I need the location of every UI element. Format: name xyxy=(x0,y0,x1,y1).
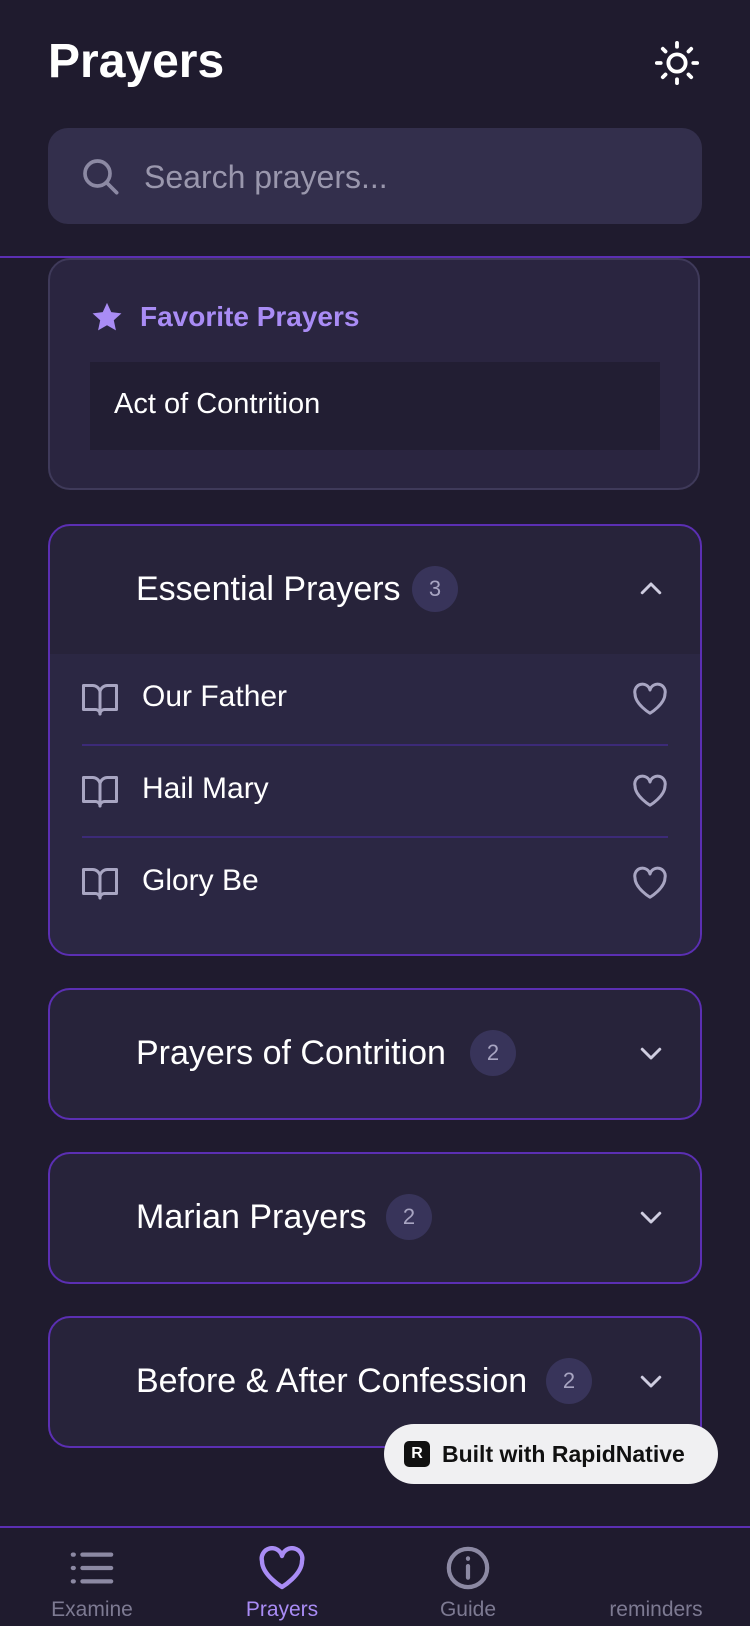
favorite-prayers-card: Favorite Prayers Act of Contrition xyxy=(48,258,700,490)
book-icon xyxy=(82,776,118,808)
prayer-row[interactable]: Glory Be xyxy=(82,838,668,928)
favorite-prayers-title: Favorite Prayers xyxy=(140,301,360,332)
prayer-name: Hail Mary xyxy=(142,772,269,805)
bell-icon xyxy=(566,1544,746,1592)
star-icon xyxy=(92,302,122,331)
chevron-down-icon xyxy=(640,1211,662,1224)
tab-label: reminders xyxy=(609,1598,703,1621)
tab-prayers[interactable]: Prayers xyxy=(192,1544,372,1622)
theme-toggle-button[interactable] xyxy=(652,38,702,88)
chevron-up-icon xyxy=(640,582,662,595)
built-with-label: Built with RapidNative xyxy=(442,1440,685,1467)
heart-icon[interactable] xyxy=(632,866,668,900)
search-bar xyxy=(48,128,702,226)
category-prayers-of-contrition: Prayers of Contrition 2 xyxy=(48,988,702,1120)
category-header[interactable]: Essential Prayers 3 xyxy=(50,526,700,654)
built-with-rapidnative-badge[interactable]: R Built with RapidNative xyxy=(384,1424,718,1484)
count-badge: 2 xyxy=(386,1194,432,1240)
rapidnative-logo-icon: R xyxy=(404,1441,430,1467)
category-essential-prayers: Essential Prayers 3 Our Father Hail Mary xyxy=(48,524,702,956)
favorite-prayer-label: Act of Contrition xyxy=(114,388,321,420)
heart-icon[interactable] xyxy=(632,774,668,808)
chevron-down-icon xyxy=(640,1375,662,1388)
favorite-prayers-header: Favorite Prayers xyxy=(90,300,359,334)
chevron-down-icon xyxy=(640,1047,662,1060)
count-badge: 3 xyxy=(412,566,458,612)
tab-reminders[interactable]: reminders xyxy=(566,1544,746,1622)
tab-label: Prayers xyxy=(245,1598,319,1621)
category-title: Marian Prayers xyxy=(136,1198,367,1236)
count-badge: 2 xyxy=(546,1358,592,1404)
list-icon xyxy=(70,1552,114,1584)
count-badge: 2 xyxy=(470,1030,516,1076)
page-title: Prayers xyxy=(48,35,225,88)
tab-guide[interactable]: Guide xyxy=(378,1544,558,1622)
category-marian-prayers: Marian Prayers 2 xyxy=(48,1152,702,1284)
book-icon xyxy=(82,868,118,900)
heart-icon xyxy=(259,1546,305,1590)
tab-label: Guide xyxy=(439,1598,497,1621)
book-icon xyxy=(82,684,118,716)
tab-label: Examine xyxy=(51,1598,133,1621)
prayer-row[interactable]: Our Father xyxy=(82,654,668,746)
tab-examine[interactable]: Examine xyxy=(2,1544,182,1622)
header: Prayers xyxy=(0,0,750,258)
prayer-name: Glory Be xyxy=(142,864,259,897)
sun-icon xyxy=(654,40,700,86)
bottom-tab-bar: Examine Prayers Guide reminders xyxy=(0,1526,750,1626)
favorite-prayer-item[interactable]: Act of Contrition xyxy=(90,362,660,450)
heart-icon[interactable] xyxy=(632,682,668,716)
category-title: Before & After Confession xyxy=(136,1362,528,1400)
prayer-name: Our Father xyxy=(142,680,288,713)
search-input[interactable] xyxy=(142,128,666,226)
category-title: Prayers of Contrition xyxy=(136,1034,446,1072)
category-header[interactable]: Prayers of Contrition 2 xyxy=(50,990,700,1118)
search-icon xyxy=(83,159,119,195)
category-header[interactable]: Marian Prayers 2 xyxy=(50,1154,700,1282)
prayer-list: Our Father Hail Mary Glory Be xyxy=(50,654,700,954)
category-title: Essential Prayers xyxy=(136,570,401,608)
info-icon xyxy=(446,1546,490,1590)
prayer-row[interactable]: Hail Mary xyxy=(82,746,668,838)
